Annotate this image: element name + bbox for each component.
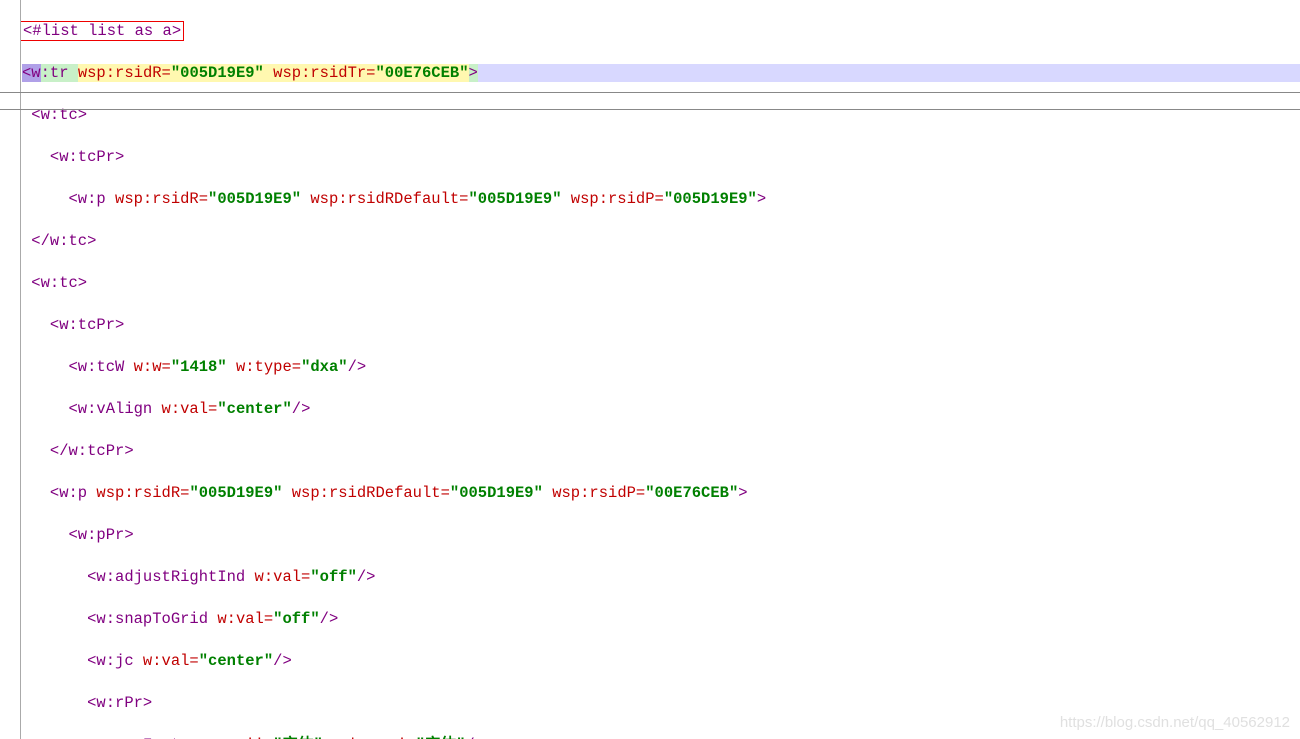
code-line[interactable]: <w:tc> xyxy=(22,273,1300,294)
code-line[interactable]: <w:snapToGrid w:val="off"/> xyxy=(22,609,1300,630)
code-line[interactable]: <w:pPr> xyxy=(22,525,1300,546)
gutter xyxy=(0,0,21,739)
code-line[interactable]: <w:p wsp:rsidR="005D19E9" wsp:rsidRDefau… xyxy=(22,189,1300,210)
code-line[interactable]: <w:p wsp:rsidR="005D19E9" wsp:rsidRDefau… xyxy=(22,483,1300,504)
code-line[interactable]: <w:tcPr> xyxy=(22,315,1300,336)
code-line[interactable]: </w:tcPr> xyxy=(22,441,1300,462)
code-line[interactable]: <w:adjustRightInd w:val="off"/> xyxy=(22,567,1300,588)
code-line[interactable]: <w:vAlign w:val="center"/> xyxy=(22,399,1300,420)
horizontal-rule-top xyxy=(0,92,1300,93)
code-line[interactable]: <w:jc w:val="center"/> xyxy=(22,651,1300,672)
editor-viewport: <#list list as a> <w:tr wsp:rsidR="005D1… xyxy=(0,0,1300,739)
code-line[interactable]: <w:rPr> xyxy=(22,693,1300,714)
directive-list: <#list list as a> xyxy=(23,22,181,40)
code-line-current[interactable]: <w:tr wsp:rsidR="005D19E9" wsp:rsidTr="0… xyxy=(22,63,1300,84)
tag-tr-open: <w:tr xyxy=(22,64,78,82)
watermark-text: https://blog.csdn.net/qq_40562912 xyxy=(1060,712,1290,733)
code-line[interactable]: <w:tcPr> xyxy=(22,147,1300,168)
code-line[interactable]: <#list list as a> xyxy=(22,21,1300,42)
code-area[interactable]: <#list list as a> <w:tr wsp:rsidR="005D1… xyxy=(22,0,1300,739)
code-line[interactable]: <w:rFonts w:ascii="宋体" w:h-ansi="宋体"/> xyxy=(22,735,1300,739)
gutter-top-blank xyxy=(0,0,20,30)
code-line[interactable]: </w:tc> xyxy=(22,231,1300,252)
horizontal-rule-bottom xyxy=(0,109,1300,110)
code-line[interactable]: <w:tcW w:w="1418" w:type="dxa"/> xyxy=(22,357,1300,378)
